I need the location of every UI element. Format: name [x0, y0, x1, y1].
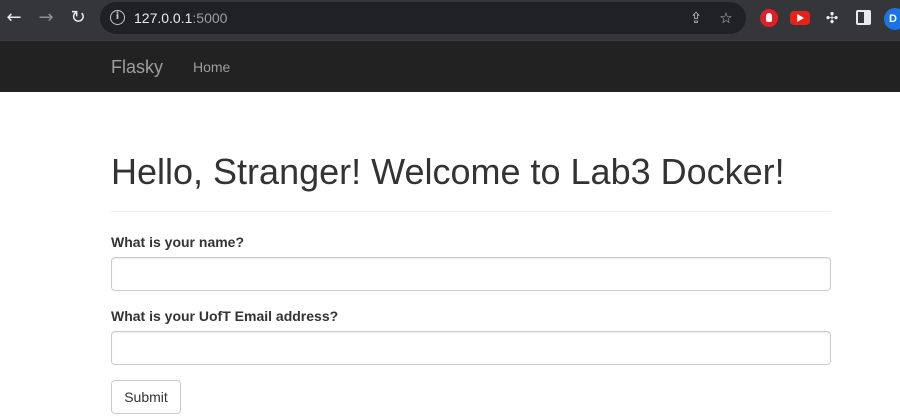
reload-icon[interactable]: ↻ [66, 6, 90, 30]
url-text[interactable]: 127.0.0.1:5000 [134, 10, 227, 26]
profile-avatar[interactable]: D [884, 8, 900, 30]
site-navbar: Flasky Home [0, 40, 900, 92]
email-label: What is your UofT Email address? [111, 308, 339, 324]
adblock-extension-icon[interactable] [760, 9, 778, 27]
share-icon[interactable]: ⇪ [686, 8, 706, 28]
forward-arrow-icon[interactable]: → [34, 6, 58, 30]
url-host: 127.0.0.1 [134, 10, 193, 26]
navbar-brand[interactable]: Flasky [111, 57, 163, 78]
star-icon[interactable]: ☆ [716, 8, 736, 28]
nav-link-home[interactable]: Home [193, 59, 230, 75]
address-bar[interactable]: i 127.0.0.1:5000 ⇪ ☆ [100, 2, 746, 34]
youtube-extension-icon[interactable] [790, 11, 810, 25]
page-header: Hello, Stranger! Welcome to Lab3 Docker! [111, 150, 831, 212]
url-port: :5000 [192, 10, 228, 26]
email-input[interactable] [111, 331, 831, 365]
side-panel-icon[interactable] [856, 10, 871, 25]
name-input[interactable] [111, 257, 831, 291]
submit-button[interactable]: Submit [111, 380, 181, 414]
back-arrow-icon[interactable]: ← [2, 6, 26, 30]
name-label: What is your name? [111, 234, 245, 250]
browser-toolbar: ← → ↻ i 127.0.0.1:5000 ⇪ ☆ ✣ D [0, 0, 900, 40]
puzzle-icon[interactable]: ✣ [822, 8, 842, 28]
info-icon[interactable]: i [110, 10, 125, 25]
page-title: Hello, Stranger! Welcome to Lab3 Docker! [111, 151, 785, 192]
